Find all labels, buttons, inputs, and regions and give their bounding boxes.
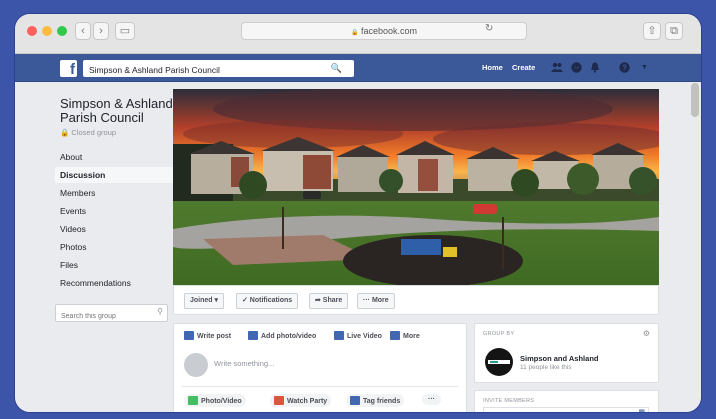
back-button[interactable]: ‹ — [75, 22, 91, 40]
menu-icon[interactable]: ▼ — [641, 64, 648, 71]
avatar[interactable] — [184, 353, 208, 377]
more-button[interactable]: ··· More — [357, 293, 395, 309]
nav-label: Events — [60, 206, 86, 216]
photo-icon — [188, 396, 198, 405]
facebook-search-input[interactable] — [83, 61, 313, 79]
nav-label: Recommendations — [60, 278, 131, 288]
help-icon[interactable]: ? — [619, 62, 630, 76]
invite-members-heading: INVITE MEMBERS — [483, 398, 535, 404]
facebook-header: f 🔍 Home Create ? ▼ — [15, 54, 701, 82]
close-window-button[interactable] — [27, 26, 37, 36]
photo-icon — [248, 331, 258, 340]
invite-input[interactable]: ▦ — [483, 407, 649, 412]
lock-icon: 🔒 — [350, 30, 359, 36]
nav-label: Files — [60, 260, 78, 270]
sidebar-toggle-button[interactable]: ▭ — [115, 22, 135, 40]
nav-label: Discussion — [60, 170, 106, 180]
messenger-icon[interactable] — [571, 62, 582, 76]
contact-book-icon[interactable]: ▦ — [638, 408, 645, 412]
group-search-input[interactable] — [56, 308, 150, 325]
facebook-logo[interactable]: f — [60, 60, 77, 78]
gear-icon[interactable]: ⚙ — [643, 329, 650, 338]
more-tab[interactable]: More — [390, 331, 420, 340]
svg-text:?: ? — [622, 64, 627, 73]
group-privacy: 🔒 Closed group — [60, 128, 117, 137]
nav-label: Videos — [60, 224, 86, 234]
group-by-heading: GROUP BY — [483, 331, 515, 337]
tag-friends-label: Tag friends — [363, 398, 401, 405]
friends-icon[interactable] — [551, 62, 563, 75]
cover-photo[interactable] — [173, 89, 659, 285]
group-title[interactable]: Simpson & Ashland Parish Council — [60, 97, 180, 125]
invite-members-card: INVITE MEMBERS ▦ — [474, 390, 659, 412]
live-video-tab[interactable]: Live Video — [334, 331, 382, 340]
add-photo-video-label: Add photo/video — [261, 333, 317, 340]
forward-button[interactable]: › — [93, 22, 109, 40]
page-likes: 11 people like this — [520, 364, 572, 371]
page-scrollbar[interactable] — [691, 83, 699, 117]
url-text: facebook.com — [360, 26, 418, 36]
search-icon[interactable]: ⚲ — [157, 307, 163, 316]
more-options-button[interactable]: ··· — [422, 394, 441, 405]
photo-video-button[interactable]: Photo/Video — [184, 394, 246, 407]
nav-item-recommendations[interactable]: Recommendations — [55, 275, 177, 291]
watch-party-label: Watch Party — [287, 398, 328, 405]
more-label: More — [403, 333, 420, 340]
tag-friends-icon — [350, 396, 360, 405]
write-something-input[interactable]: Write something... — [214, 359, 274, 368]
group-action-bar: Joined ▾ ✓ Notifications ➦ Share ··· Mor… — [173, 285, 659, 315]
group-by-card: GROUP BY ⚙ Simpson and Ashland 11 people… — [474, 323, 659, 383]
page-logo[interactable] — [485, 348, 513, 376]
create-link[interactable]: Create — [512, 63, 535, 72]
joined-button[interactable]: Joined ▾ — [184, 293, 225, 309]
add-photo-video-tab[interactable]: Add photo/video — [248, 331, 316, 340]
share-button[interactable]: ➦ Share — [309, 293, 349, 309]
show-tabs-button[interactable]: ⧉ — [665, 22, 683, 40]
cover-image — [173, 89, 659, 285]
nav-item-about[interactable]: About — [55, 149, 177, 165]
live-video-icon — [334, 331, 344, 340]
nav-item-files[interactable]: Files — [55, 257, 177, 273]
live-video-label: Live Video — [347, 333, 382, 340]
write-post-tab[interactable]: Write post — [184, 331, 231, 340]
tag-friends-button[interactable]: Tag friends — [346, 394, 405, 407]
group-page: Simpson & Ashland Parish Council 🔒 Close… — [15, 83, 701, 412]
maximize-window-button[interactable] — [57, 26, 67, 36]
search-icon[interactable]: 🔍 — [331, 63, 342, 74]
notifications-icon[interactable] — [590, 62, 600, 76]
nav-item-photos[interactable]: Photos — [55, 239, 177, 255]
notifications-button[interactable]: ✓ Notifications — [236, 293, 299, 309]
photo-video-label: Photo/Video — [201, 398, 242, 405]
watch-party-button[interactable]: Watch Party — [270, 394, 332, 407]
minimize-window-button[interactable] — [42, 26, 52, 36]
pencil-icon — [184, 331, 194, 340]
nav-item-members[interactable]: Members — [55, 185, 177, 201]
nav-item-discussion[interactable]: Discussion — [55, 167, 177, 183]
browser-toolbar: ‹ › ▭ 🔒 facebook.com ↻ ⇧ ⧉ — [15, 14, 701, 54]
facebook-search[interactable]: 🔍 — [83, 60, 354, 79]
post-composer: Write post Add photo/video Live Video Mo… — [173, 323, 467, 412]
nav-label: Photos — [60, 242, 87, 252]
group-search[interactable]: ⚲ — [55, 304, 168, 325]
nav-label: About — [60, 152, 83, 162]
watch-party-icon — [274, 396, 284, 405]
nav-item-events[interactable]: Events — [55, 203, 177, 219]
composer-divider — [182, 386, 458, 387]
more-icon — [390, 331, 400, 340]
page-name[interactable]: Simpson and Ashland — [520, 354, 598, 363]
reload-icon[interactable]: ↻ — [485, 23, 493, 34]
share-page-button[interactable]: ⇧ — [643, 22, 661, 40]
nav-label: Members — [60, 188, 96, 198]
home-link[interactable]: Home — [482, 63, 503, 72]
browser-window: ‹ › ▭ 🔒 facebook.com ↻ ⇧ ⧉ f 🔍 Home Crea… — [14, 13, 702, 413]
write-post-label: Write post — [197, 333, 232, 340]
nav-item-videos[interactable]: Videos — [55, 221, 177, 237]
